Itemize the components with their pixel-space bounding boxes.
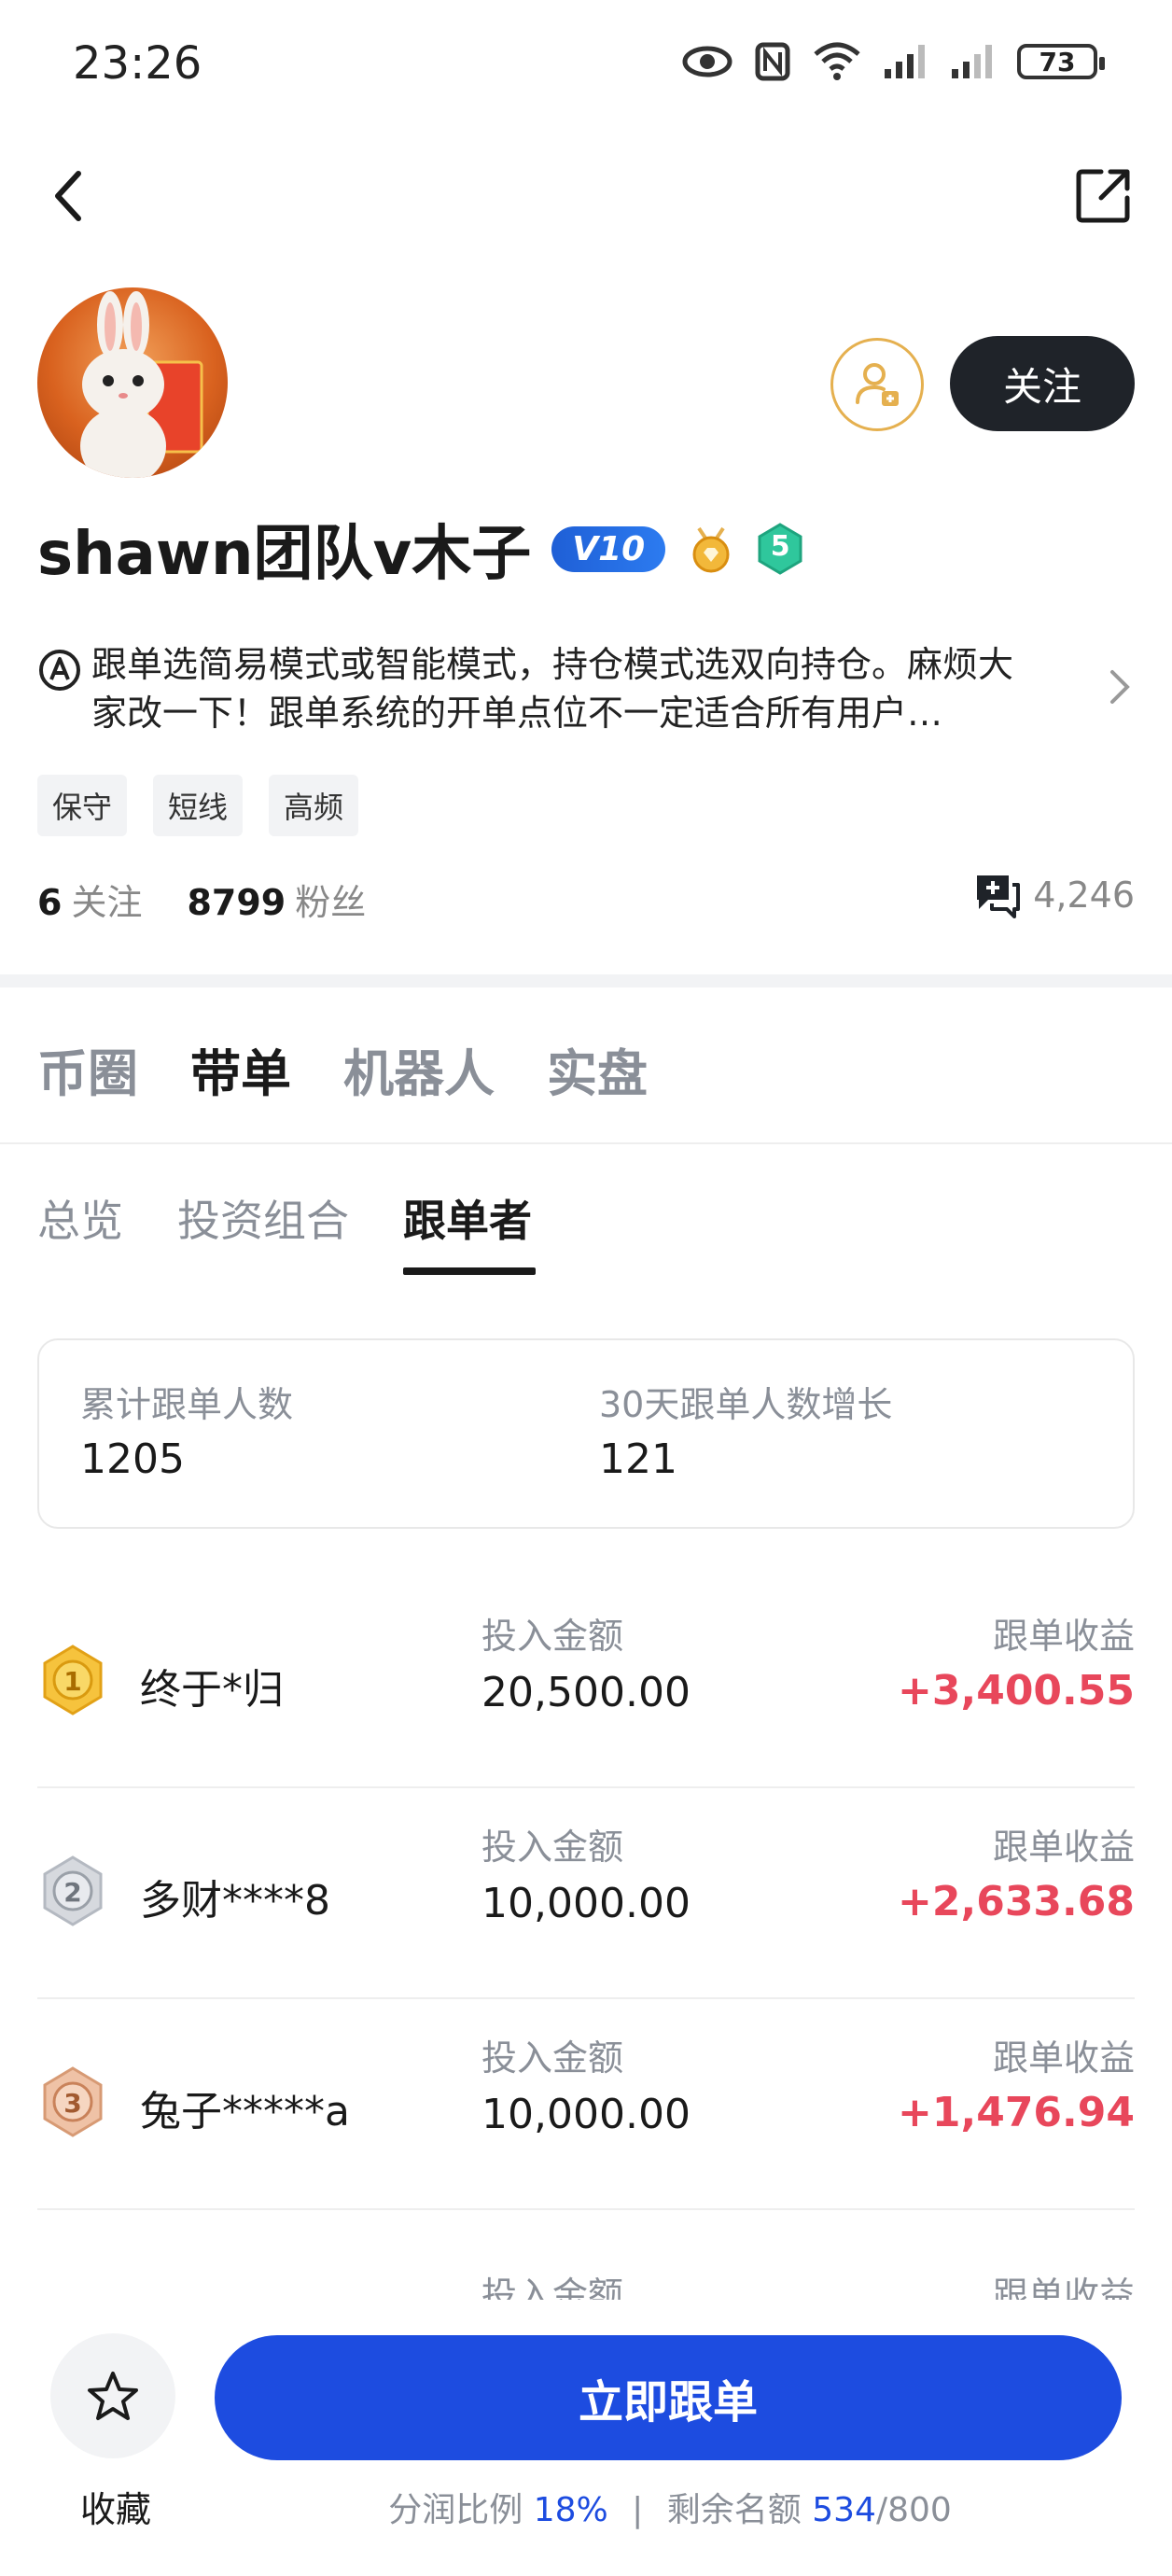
tag-item: 保守: [37, 775, 128, 836]
amount-value: 20,500.00: [481, 1669, 691, 1716]
profile-name-row: shawn团队v木子 V10 5: [37, 506, 803, 592]
tab-live[interactable]: 实盘: [547, 1032, 648, 1106]
tag-item: 高频: [269, 775, 359, 836]
tab-overview[interactable]: 总览: [37, 1187, 123, 1249]
profit-label: 跟单收益: [992, 2037, 1135, 2079]
tag-item: 短线: [153, 775, 244, 836]
profit-label: 跟单收益: [992, 1827, 1135, 1868]
share-button[interactable]: [1066, 159, 1140, 233]
status-time: 23:26: [73, 37, 202, 90]
share-icon: [1076, 169, 1130, 223]
following-label[interactable]: 关注: [71, 874, 142, 925]
back-icon: [55, 171, 81, 221]
follower-summary-card: 累计跟单人数 1205 30天跟单人数增长 121: [37, 1338, 1135, 1529]
main-tabs: 币圈 带单 机器人 实盘: [37, 1032, 648, 1106]
profit-value: +1,476.94: [898, 2089, 1135, 2136]
profile-bio[interactable]: 跟单选简易模式或智能模式，持仓模式选双向持仓。麻烦大家改一下！跟单系统的开单点位…: [91, 640, 1025, 737]
follower-name: 终于*归: [140, 1666, 284, 1714]
remaining-slots-value: 534: [812, 2491, 876, 2529]
remaining-slots-total: /800: [875, 2491, 952, 2529]
growth-value: 121: [599, 1435, 677, 1483]
back-button[interactable]: [32, 159, 106, 233]
medal-rank: 3: [63, 2088, 81, 2119]
level-badge-number: 5: [770, 530, 790, 563]
tab-followers[interactable]: 跟单者: [403, 1187, 532, 1249]
profit-value: +3,400.55: [898, 1667, 1135, 1715]
signal-icon-2: [952, 45, 992, 78]
followers-count[interactable]: 8799: [187, 882, 286, 923]
follower-name: 兔子*****a: [140, 2088, 350, 2135]
following-count[interactable]: 6: [37, 882, 62, 923]
followers-label[interactable]: 粉丝: [295, 874, 366, 925]
copy-trade-button[interactable]: 立即跟单: [215, 2335, 1122, 2460]
level-badge: 5: [757, 523, 803, 575]
profit-label: 跟单收益: [992, 2275, 1135, 2300]
follower-row[interactable]: 1 终于*归 投入金额 20,500.00 跟单收益 +3,400.55: [37, 1577, 1135, 1788]
tag-list: 保守 短线 高频: [37, 775, 359, 836]
message-count-value: 4,246: [1033, 875, 1135, 916]
active-tab-indicator: [403, 1267, 536, 1275]
bronze-medal-icon: 3: [43, 2066, 103, 2137]
share-ratio-label: 分润比例: [388, 2491, 523, 2529]
chat-icon: [977, 875, 1021, 918]
amount-label: 投入金额: [481, 1827, 624, 1868]
share-ratio-value: 18%: [533, 2491, 608, 2529]
section-divider: [0, 974, 1172, 987]
vip-badge: V10: [551, 525, 666, 572]
tab-bots[interactable]: 机器人: [343, 1032, 495, 1106]
follow-button[interactable]: 关注: [950, 336, 1135, 431]
tab-portfolio[interactable]: 投资组合: [177, 1187, 349, 1249]
profit-label: 跟单收益: [992, 1616, 1135, 1657]
follower-row-partial: 投入金额 跟单收益: [37, 2262, 1135, 2300]
favorite-button[interactable]: [50, 2333, 175, 2458]
announcement-icon: [39, 650, 80, 691]
total-followers-label: 累计跟单人数: [80, 1384, 294, 1425]
follower-name: 多财****8: [140, 1877, 330, 1925]
amount-value: 10,000.00: [481, 2091, 691, 2138]
nfc-icon: [755, 42, 790, 81]
chevron-right-icon[interactable]: [1109, 668, 1131, 706]
amount-label: 投入金额: [481, 1616, 624, 1657]
follower-row[interactable]: 3 兔子*****a 投入金额 10,000.00 跟单收益 +1,476.94: [37, 1999, 1135, 2210]
signal-icon: [885, 45, 925, 78]
silver-medal-icon: 2: [43, 1855, 103, 1926]
add-friend-button[interactable]: [830, 338, 924, 431]
bunny-avatar-image: [80, 291, 203, 478]
message-count[interactable]: 4,246: [973, 872, 1135, 918]
battery-indicator: 73: [1017, 44, 1105, 79]
medal-rank: 1: [63, 1666, 81, 1697]
amount-label: 投入金额: [481, 2037, 624, 2079]
tab-copy-trading[interactable]: 带单: [190, 1032, 291, 1106]
profile-stats: 6 关注 8799 粉丝: [37, 874, 401, 925]
gold-medal-icon: 1: [43, 1645, 103, 1715]
tabs-divider: [0, 1142, 1172, 1144]
profile-name: shawn团队v木子: [37, 520, 532, 589]
amount-label: 投入金额: [481, 2275, 624, 2300]
follower-row[interactable]: 2 多财****8 投入金额 10,000.00 跟单收益 +2,633.68: [37, 1788, 1135, 1999]
tab-crypto[interactable]: 币圈: [37, 1032, 138, 1106]
eye-icon: [682, 46, 732, 77]
status-icons: 73: [681, 41, 1105, 82]
wifi-icon: [814, 42, 860, 80]
info-separator: |: [632, 2491, 644, 2529]
star-icon: [88, 2372, 138, 2420]
total-followers-value: 1205: [80, 1435, 185, 1483]
sub-tabs: 总览 投资组合 跟单者: [37, 1187, 532, 1249]
crown-medal-icon: [692, 526, 730, 573]
medal-rank: 2: [63, 1877, 81, 1908]
cta-info: 分润比例 18% | 剩余名额 534/800: [0, 2483, 1172, 2531]
profit-value: +2,633.68: [898, 1878, 1135, 1925]
avatar[interactable]: [37, 287, 228, 478]
growth-label: 30天跟单人数增长: [599, 1384, 893, 1425]
remaining-slots-label: 剩余名额: [666, 2491, 802, 2529]
user-add-icon: [856, 363, 899, 406]
amount-value: 10,000.00: [481, 1880, 691, 1927]
